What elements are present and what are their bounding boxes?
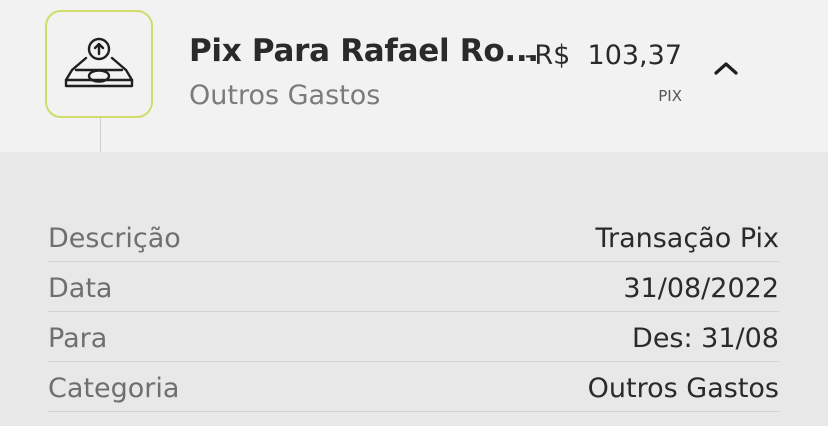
detail-row-categoria: Categoria Outros Gastos <box>48 362 779 412</box>
transaction-icon-box <box>45 10 153 118</box>
transaction-title: Pix Para Rafael Ro... <box>189 33 539 69</box>
detail-label: Para <box>48 323 108 354</box>
detail-value: Outros Gastos <box>587 373 779 404</box>
detail-value: Des: 31/08 <box>632 323 779 354</box>
collapse-button[interactable] <box>712 56 740 80</box>
transaction-amount: -R$ 103,37 <box>524 40 682 71</box>
payment-method-label: PIX <box>658 87 682 105</box>
detail-row-descricao: Descrição Transação Pix <box>48 212 779 262</box>
transaction-header[interactable]: Pix Para Rafael Ro... Outros Gastos -R$ … <box>0 0 828 152</box>
transaction-screen: Pix Para Rafael Ro... Outros Gastos -R$ … <box>0 0 828 426</box>
detail-row-para: Para Des: 31/08 <box>48 312 779 362</box>
detail-label: Categoria <box>48 373 180 404</box>
chevron-up-icon <box>714 62 738 75</box>
upload-tray-icon <box>64 37 134 88</box>
detail-label: Descrição <box>48 223 181 254</box>
timeline-line <box>100 118 101 152</box>
detail-row-data: Data 31/08/2022 <box>48 262 779 312</box>
detail-label: Data <box>48 273 113 304</box>
transaction-category: Outros Gastos <box>189 80 381 111</box>
transaction-details: Descrição Transação Pix Data 31/08/2022 … <box>0 152 828 426</box>
detail-value: 31/08/2022 <box>623 273 779 304</box>
detail-value: Transação Pix <box>595 223 779 254</box>
